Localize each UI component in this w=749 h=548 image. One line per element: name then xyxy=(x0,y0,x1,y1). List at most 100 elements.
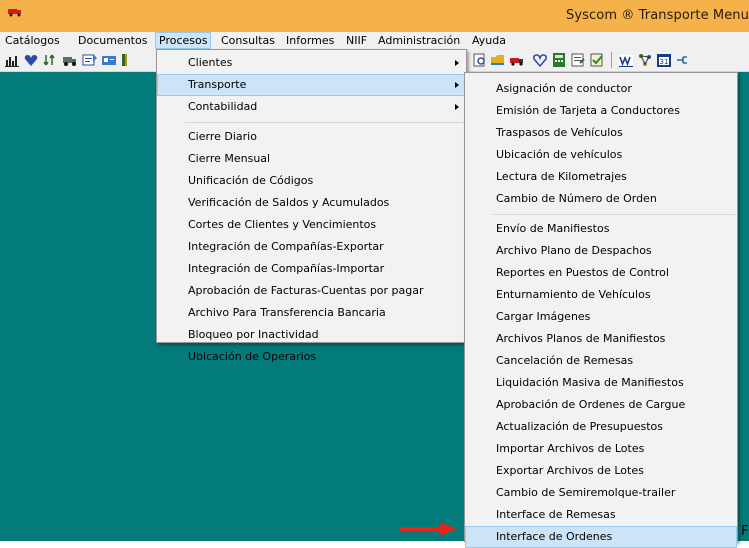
procesos-item-label: Contabilidad xyxy=(188,100,258,113)
transporte-item-lectura-de-kilometrajes[interactable]: Lectura de Kilometrajes xyxy=(465,166,737,188)
transporte-item-label: Aprobación de Ordenes de Cargue xyxy=(496,398,686,411)
procesos-item-cierre-diario[interactable]: Cierre Diario xyxy=(157,126,466,148)
procesos-item-integracion-de-companias-exportar[interactable]: Integración de Compañías-Exportar xyxy=(157,236,466,258)
transporte-item-label: Enturnamiento de Vehículos xyxy=(496,288,651,301)
transporte-item-asignacion-de-conductor[interactable]: Asignación de conductor xyxy=(465,78,737,100)
calculator-icon[interactable] xyxy=(551,52,567,68)
procesos-item-label: Bloqueo por Inactividad xyxy=(188,328,319,341)
menu-catalogos[interactable]: Catálogos xyxy=(2,32,63,49)
procesos-item-ubicacion-de-operarios[interactable]: Ubicación de Operarios xyxy=(157,346,466,368)
procesos-separator xyxy=(185,122,464,123)
graph-icon[interactable] xyxy=(637,52,653,68)
transporte-submenu: Asignación de conductor Emisión de Tarjet… xyxy=(464,72,738,548)
procesos-item-cierre-mensual[interactable]: Cierre Mensual xyxy=(157,148,466,170)
transporte-item-label: Emisión de Tarjeta a Conductores xyxy=(496,104,680,117)
transporte-item-label: Ubicación de vehículos xyxy=(496,148,623,161)
document-icon[interactable] xyxy=(82,52,98,68)
procesos-item-unificacion-de-codigos[interactable]: Unificación de Códigos xyxy=(157,170,466,192)
procesos-item-contabilidad[interactable]: Contabilidad xyxy=(157,96,466,118)
menu-ayuda[interactable]: Ayuda xyxy=(469,32,509,49)
red-arrow-annotation xyxy=(399,522,457,536)
window-title: Syscom ® Transporte Menu xyxy=(566,8,749,23)
check-icon[interactable] xyxy=(589,52,605,68)
transporte-item-importar-archivos-de-lotes[interactable]: Importar Archivos de Lotes xyxy=(465,438,737,460)
transporte-item-traspasos-de-vehiculos[interactable]: Traspasos de Vehículos xyxy=(465,122,737,144)
transporte-item-emision-de-tarjeta-a-conductores[interactable]: Emisión de Tarjeta a Conductores xyxy=(465,100,737,122)
procesos-item-aprobacion-de-facturas-cuentas-por-pagar[interactable]: Aprobación de Facturas-Cuentas por pagar xyxy=(157,280,466,302)
procesos-item-archivo-para-transferencia-bancaria[interactable]: Archivo Para Transferencia Bancaria xyxy=(157,302,466,324)
menu-documentos[interactable]: Documentos xyxy=(75,32,150,49)
procesos-item-verificacion-de-saldos-y-acumulados[interactable]: Verificación de Saldos y Acumulados xyxy=(157,192,466,214)
menu-consultas[interactable]: Consultas xyxy=(218,32,278,49)
transporte-item-reportes-en-puestos-de-control[interactable]: Reportes en Puestos de Control xyxy=(465,262,737,284)
transporte-item-cambio-de-numero-de-orden[interactable]: Cambio de Número de Orden xyxy=(465,188,737,210)
menu-bar: Catálogos Documentos Procesos Consultas … xyxy=(0,32,749,49)
procesos-item-transporte[interactable]: Transporte xyxy=(157,74,466,96)
heart-small-icon[interactable] xyxy=(532,52,548,68)
transporte-item-label: Cambio de Número de Orden xyxy=(496,192,657,205)
transporte-item-exportar-archivos-de-lotes[interactable]: Exportar Archivos de Lotes xyxy=(465,460,737,482)
heart-icon[interactable] xyxy=(23,52,39,68)
transporte-item-label: Archivos Planos de Manifiestos xyxy=(496,332,666,345)
procesos-item-label: Cierre Diario xyxy=(188,130,257,143)
transporte-item-label: Liquidación Masiva de Manifiestos xyxy=(496,376,684,389)
procesos-item-label: Clientes xyxy=(188,56,233,69)
transporte-item-cargar-imagenes[interactable]: Cargar Imágenes xyxy=(465,306,737,328)
transporte-item-label: Actualización de Presupuestos xyxy=(496,420,663,433)
procesos-item-label: Verificación de Saldos y Acumulados xyxy=(188,196,390,209)
calendar-icon[interactable]: 31 xyxy=(656,52,672,68)
menu-informes[interactable]: Informes xyxy=(283,32,337,49)
title-bar: Syscom ® Transporte Menu xyxy=(0,0,749,32)
transporte-item-label: Interface de Remesas xyxy=(496,508,616,521)
transporte-item-archivo-plano-de-despachos[interactable]: Archivo Plano de Despachos xyxy=(465,240,737,262)
preview-icon[interactable] xyxy=(472,52,488,68)
transporte-item-label: Archivo Plano de Despachos xyxy=(496,244,652,257)
transporte-item-enturnamiento-de-vehiculos[interactable]: Enturnamiento de Vehículos xyxy=(465,284,737,306)
transporte-item-actualizacion-de-presupuestos[interactable]: Actualización de Presupuestos xyxy=(465,416,737,438)
transporte-item-label: Interface de Ordenes xyxy=(496,530,613,543)
procesos-item-label: Integración de Compañías-Importar xyxy=(188,262,385,275)
cable-icon[interactable] xyxy=(675,52,691,68)
transporte-item-label: Cancelación de Remesas xyxy=(496,354,634,367)
procesos-item-label: Cortes de Clientes y Vencimientos xyxy=(188,218,377,231)
transporte-item-ubicacion-de-vehiculos[interactable]: Ubicación de vehículos xyxy=(465,144,737,166)
procesos-item-label: Cierre Mensual xyxy=(188,152,271,165)
transporte-separator xyxy=(493,214,735,215)
truck-small-icon[interactable] xyxy=(509,52,525,68)
transporte-item-interface-de-remesas[interactable]: Interface de Remesas xyxy=(465,504,737,526)
truck-app-icon[interactable] xyxy=(8,8,22,17)
bar-icon[interactable] xyxy=(121,52,137,68)
procesos-item-integracion-de-companias-importar[interactable]: Integración de Compañías-Importar xyxy=(157,258,466,280)
menu-administracion[interactable]: Administración xyxy=(375,32,463,49)
toolbar-separator xyxy=(611,52,612,68)
word-icon[interactable] xyxy=(618,52,634,68)
chart-icon[interactable] xyxy=(4,52,20,68)
calendar-icon-digits: 31 xyxy=(660,58,669,66)
submenu-arrow-icon xyxy=(455,104,459,110)
transporte-item-aprobacion-de-ordenes-de-cargue[interactable]: Aprobación de Ordenes de Cargue xyxy=(465,394,737,416)
notepad-icon[interactable] xyxy=(570,52,586,68)
transporte-item-interface-de-ordenes[interactable]: Interface de Ordenes xyxy=(465,526,737,548)
transporte-item-label: Importar Archivos de Lotes xyxy=(496,442,645,455)
procesos-item-bloqueo-por-inactividad[interactable]: Bloqueo por Inactividad xyxy=(157,324,466,346)
transporte-item-label: Envío de Manifiestos xyxy=(496,222,610,235)
menu-niif[interactable]: NIIF xyxy=(343,32,370,49)
procesos-item-label: Ubicación de Operarios xyxy=(188,350,317,363)
transporte-item-label: Cargar Imágenes xyxy=(496,310,591,323)
procesos-item-label: Transporte xyxy=(188,78,247,91)
truck-icon[interactable] xyxy=(62,52,78,68)
card-icon[interactable] xyxy=(101,52,117,68)
arrows-icon[interactable] xyxy=(43,52,59,68)
transporte-item-cambio-de-semiremolque-trailer[interactable]: Cambio de Semiremolque-trailer xyxy=(465,482,737,504)
procesos-item-label: Unificación de Códigos xyxy=(188,174,314,187)
trailing-text-fragment: FI xyxy=(741,524,749,539)
transporte-item-liquidacion-masiva-de-manifiestos[interactable]: Liquidación Masiva de Manifiestos xyxy=(465,372,737,394)
procesos-item-label: Archivo Para Transferencia Bancaria xyxy=(188,306,386,319)
procesos-item-clientes[interactable]: Clientes xyxy=(157,52,466,74)
transporte-item-envio-de-manifiestos[interactable]: Envío de Manifiestos xyxy=(465,218,737,240)
folder-icon[interactable] xyxy=(490,52,506,68)
procesos-item-cortes-de-clientes-y-vencimientos[interactable]: Cortes de Clientes y Vencimientos xyxy=(157,214,466,236)
transporte-item-archivos-planos-de-manifiestos[interactable]: Archivos Planos de Manifiestos xyxy=(465,328,737,350)
transporte-item-cancelacion-de-remesas[interactable]: Cancelación de Remesas xyxy=(465,350,737,372)
menu-procesos[interactable]: Procesos xyxy=(155,32,212,49)
